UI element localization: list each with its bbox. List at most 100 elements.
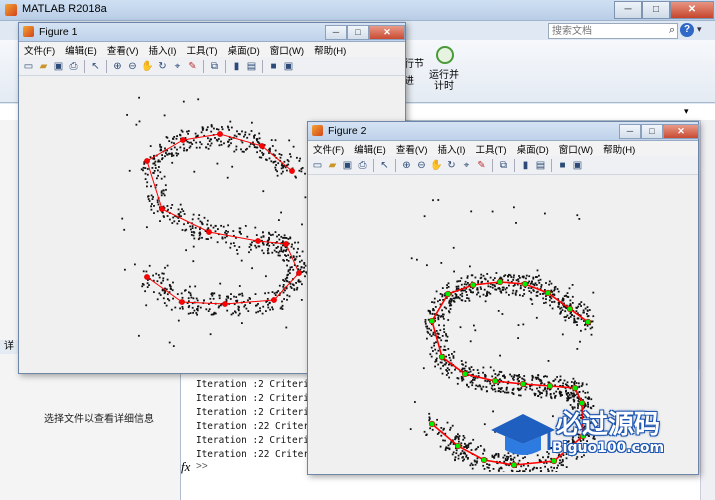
menu-edit[interactable]: 编辑(E): [349, 142, 391, 156]
menu-help[interactable]: 帮助(H): [598, 142, 640, 156]
pan-icon[interactable]: ✋: [141, 60, 154, 73]
scatter-point: [538, 282, 541, 284]
rotate-icon[interactable]: ↻: [445, 159, 458, 172]
menu-desktop[interactable]: 桌面(D): [223, 43, 265, 57]
scatter-point: [176, 154, 178, 157]
new-file-icon[interactable]: ▭: [22, 60, 35, 73]
search-icon[interactable]: ⌕: [669, 24, 675, 37]
scatter-point: [584, 396, 587, 399]
menu-view[interactable]: 查看(V): [391, 142, 433, 156]
figure-1-title-bar[interactable]: Figure 1 ─ □ ✕: [19, 23, 405, 42]
scatter-point: [140, 168, 143, 171]
scatter-point: [260, 236, 263, 239]
close-icon[interactable]: ✕: [663, 124, 699, 139]
data-cursor-icon[interactable]: ⌖: [171, 60, 184, 73]
scatter-point: [150, 194, 153, 197]
command-prompt[interactable]: >>: [196, 461, 208, 472]
chevron-down-icon[interactable]: ▾: [684, 106, 689, 117]
menu-tools[interactable]: 工具(T): [181, 43, 222, 57]
zoom-out-icon[interactable]: ⊖: [126, 60, 139, 73]
scatter-point: [285, 255, 287, 257]
maximize-icon[interactable]: □: [642, 1, 670, 19]
minimize-icon[interactable]: ─: [614, 1, 642, 19]
scatter-point: [525, 274, 528, 277]
help-icon[interactable]: ?: [680, 23, 694, 37]
save-icon[interactable]: ▣: [52, 60, 65, 73]
zoom-in-icon[interactable]: ⊕: [111, 60, 124, 73]
pointer-icon[interactable]: ↖: [89, 60, 102, 73]
open-icon[interactable]: ▰: [37, 60, 50, 73]
scatter-point: [195, 297, 198, 300]
hide-tools-icon[interactable]: ■: [267, 60, 280, 73]
menu-help[interactable]: 帮助(H): [309, 43, 351, 57]
scatter-point: [296, 265, 299, 267]
scatter-point: [159, 171, 162, 174]
scatter-point: [447, 444, 450, 447]
pan-icon[interactable]: ✋: [430, 159, 443, 172]
zoom-out-icon[interactable]: ⊖: [415, 159, 428, 172]
minimize-icon[interactable]: ─: [325, 25, 347, 40]
scatter-point: [585, 383, 588, 386]
menu-view[interactable]: 查看(V): [102, 43, 144, 57]
menu-file[interactable]: 文件(F): [19, 43, 60, 57]
vertical-scrollbar[interactable]: [700, 120, 715, 500]
brush-icon[interactable]: ✎: [186, 60, 199, 73]
close-icon[interactable]: ✕: [670, 1, 714, 19]
new-file-icon[interactable]: ▭: [311, 159, 324, 172]
menu-edit[interactable]: 编辑(E): [60, 43, 102, 57]
minimize-icon[interactable]: ─: [619, 124, 641, 139]
scatter-point: [571, 392, 573, 395]
menu-insert[interactable]: 插入(I): [143, 43, 181, 57]
hide-tools-icon[interactable]: ■: [556, 159, 569, 172]
main-title-bar: MATLAB R2018a ─ □ ✕: [0, 0, 715, 21]
colorbar-icon[interactable]: ▮: [230, 60, 243, 73]
colorbar-icon[interactable]: ▮: [519, 159, 532, 172]
scatter-point: [181, 306, 184, 308]
link-icon[interactable]: ⧉: [208, 60, 221, 73]
open-icon[interactable]: ▰: [326, 159, 339, 172]
scatter-point: [283, 280, 286, 282]
legend-icon[interactable]: ▤: [534, 159, 547, 172]
pointer-icon[interactable]: ↖: [378, 159, 391, 172]
run-and-time-button[interactable]: 运行并 计时: [424, 70, 464, 92]
legend-icon[interactable]: ▤: [245, 60, 258, 73]
print-icon[interactable]: ⎙: [356, 159, 369, 172]
data-cursor-icon[interactable]: ⌖: [460, 159, 473, 172]
menu-window[interactable]: 窗口(W): [265, 43, 309, 57]
save-icon[interactable]: ▣: [341, 159, 354, 172]
function-browser-icon[interactable]: fx: [181, 459, 190, 475]
scatter-point: [251, 121, 253, 124]
menu-tools[interactable]: 工具(T): [470, 142, 511, 156]
run-section-label[interactable]: 行节: [404, 55, 424, 70]
maximize-icon[interactable]: □: [347, 25, 369, 40]
scatter-point: [573, 319, 576, 322]
scatter-point: [225, 230, 227, 232]
menu-file[interactable]: 文件(F): [308, 142, 349, 156]
print-icon[interactable]: ⎙: [67, 60, 80, 73]
scatter-point: [483, 288, 486, 291]
scatter-point: [591, 326, 594, 329]
menu-window[interactable]: 窗口(W): [554, 142, 598, 156]
link-icon[interactable]: ⧉: [497, 159, 510, 172]
menu-desktop[interactable]: 桌面(D): [512, 142, 554, 156]
figure-icon: [312, 125, 323, 136]
zoom-in-icon[interactable]: ⊕: [400, 159, 413, 172]
rotate-icon[interactable]: ↻: [156, 60, 169, 73]
scatter-point: [443, 427, 445, 430]
show-tools-icon[interactable]: ▣: [282, 60, 295, 73]
scatter-point: [148, 284, 150, 286]
search-docs-input[interactable]: 搜索文档: [548, 23, 678, 39]
show-tools-icon[interactable]: ▣: [571, 159, 584, 172]
brush-icon[interactable]: ✎: [475, 159, 488, 172]
scatter-point: [467, 457, 469, 459]
maximize-icon[interactable]: □: [641, 124, 663, 139]
scatter-point: [571, 302, 574, 304]
close-icon[interactable]: ✕: [369, 25, 405, 40]
menu-insert[interactable]: 插入(I): [432, 142, 470, 156]
run-and-time-icon[interactable]: [436, 46, 454, 64]
collapse-ribbon-icon[interactable]: ▾: [697, 24, 702, 35]
scatter-point: [220, 143, 223, 146]
figure-2-title-bar[interactable]: Figure 2 ─ □ ✕: [308, 122, 699, 141]
scatter-point: [483, 468, 486, 470]
scatter-point: [492, 279, 495, 281]
